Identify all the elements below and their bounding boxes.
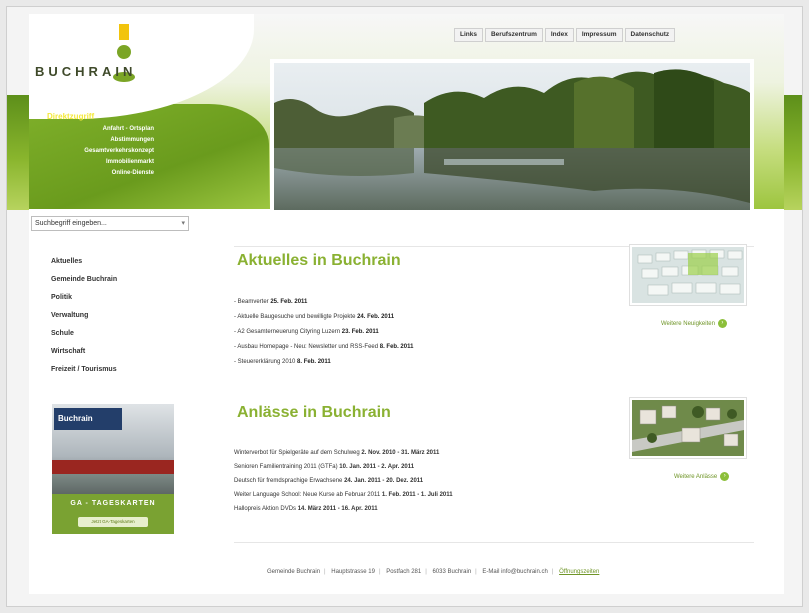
decor-band-left — [7, 95, 29, 210]
event-item[interactable]: Deutsch für fremdsprachige Erwachsene 24… — [234, 474, 453, 488]
promo-title: GA - TAGESKARTEN — [70, 500, 156, 507]
nav-item-freizeit[interactable]: Freizeit / Tourismus — [51, 361, 117, 379]
event-item[interactable]: Hallopreis Aktion DVDs 14. März 2011 - 1… — [234, 502, 453, 516]
promo-track — [52, 474, 174, 494]
decor-band-right — [784, 95, 802, 210]
footer-pobox: Postfach 281 — [386, 569, 422, 575]
footer-city: 6033 Buchrain — [432, 569, 472, 575]
top-nav-links[interactable]: Links — [454, 28, 483, 42]
more-news-link[interactable]: Weitere Neuigkeiten › — [661, 319, 727, 328]
events-thumbnail — [629, 397, 747, 459]
nav-item-verwaltung[interactable]: Verwaltung — [51, 307, 117, 325]
more-events-link[interactable]: Weitere Anlässe › — [674, 472, 730, 481]
news-item[interactable]: - A2 Gesamterneuerung Cityring Luzern 23… — [234, 325, 413, 340]
promo-banner[interactable]: Buchrain GA - TAGESKARTEN Jetzt GA-Tages… — [52, 404, 174, 534]
news-list: - Beamverter 25. Feb. 2011 - Aktuelle Ba… — [234, 295, 413, 370]
main-navigation: Aktuelles Gemeinde Buchrain Politik Verw… — [51, 253, 117, 379]
event-item[interactable]: Senioren Familientraining 2011 (GTFa) 10… — [234, 460, 453, 474]
logo-mark-top — [119, 24, 129, 40]
promo-sign: Buchrain — [54, 408, 122, 430]
event-item[interactable]: Winterverbot für Spielgeräte auf dem Sch… — [234, 446, 453, 460]
quick-access-item[interactable]: Online-Dienste — [29, 168, 154, 179]
quick-access-heading[interactable]: Direktzugriff — [29, 112, 154, 121]
quick-access-item[interactable]: Abstimmungen — [29, 135, 154, 146]
news-thumbnail — [629, 244, 747, 306]
page: BUCHRAIN Direktzugriff Anfahrt - Ortspla… — [29, 14, 784, 594]
hero-image — [270, 59, 754, 214]
chevron-down-icon[interactable]: ▾ — [181, 217, 185, 230]
promo-train — [52, 460, 174, 474]
arrow-right-icon: › — [720, 472, 730, 481]
nav-item-politik[interactable]: Politik — [51, 289, 117, 307]
top-nav-berufszentrum[interactable]: Berufszentrum — [484, 28, 543, 42]
quick-access-item[interactable]: Anfahrt - Ortsplan — [29, 124, 154, 135]
quick-access-item[interactable]: Gesamtverkehrskonzept — [29, 146, 154, 157]
top-nav-impressum[interactable]: Impressum — [575, 28, 623, 42]
news-title: Aktuelles in Buchrain — [237, 252, 401, 269]
event-item[interactable]: Weiter Language School: Neue Kurse ab Fe… — [234, 488, 453, 502]
promo-subtitle[interactable]: Jetzt GA-Tageskarten — [78, 517, 148, 527]
opening-hours-link[interactable]: Öffnungszeiten — [559, 569, 599, 575]
events-title: Anlässe in Buchrain — [237, 404, 391, 421]
news-item[interactable]: - Ausbau Homepage - Neu: Newsletter und … — [234, 340, 413, 355]
top-navigation: Links Berufszentrum Index Impressum Date… — [454, 28, 676, 42]
arrow-right-icon: › — [717, 319, 727, 328]
footer: Gemeinde Buchrain | Hauptstrasse 19 | Post… — [267, 569, 600, 575]
nav-item-wirtschaft[interactable]: Wirtschaft — [51, 343, 117, 361]
footer-name: Gemeinde Buchrain — [267, 569, 321, 575]
nav-item-schule[interactable]: Schule — [51, 325, 117, 343]
quick-access-menu: Direktzugriff Anfahrt - Ortsplan Abstimm… — [29, 112, 154, 179]
footer-street: Hauptstrasse 19 — [331, 569, 375, 575]
top-nav-index[interactable]: Index — [544, 28, 574, 42]
news-item[interactable]: - Aktuelle Baugesuche und bewilligte Pro… — [234, 310, 413, 325]
news-item[interactable]: - Steuererklärung 2010 8. Feb. 2011 — [234, 355, 413, 370]
nav-item-aktuelles[interactable]: Aktuelles — [51, 253, 117, 271]
top-nav-datenschutz[interactable]: Datenschutz — [624, 28, 676, 42]
search-placeholder: Suchbegriff eingeben... — [35, 220, 107, 227]
events-list: Winterverbot für Spielgeräte auf dem Sch… — [234, 446, 453, 516]
quick-access-item[interactable]: Immobilienmarkt — [29, 157, 154, 168]
footer-email[interactable]: E-Mail info@buchrain.ch — [482, 569, 547, 575]
logo-mark-middle — [117, 45, 131, 59]
divider — [234, 542, 754, 543]
news-item[interactable]: - Beamverter 25. Feb. 2011 — [234, 295, 413, 310]
nav-item-gemeinde[interactable]: Gemeinde Buchrain — [51, 271, 117, 289]
search-input[interactable]: Suchbegriff eingeben... ▾ — [31, 216, 189, 231]
logo-text: BUCHRAIN — [35, 64, 137, 79]
